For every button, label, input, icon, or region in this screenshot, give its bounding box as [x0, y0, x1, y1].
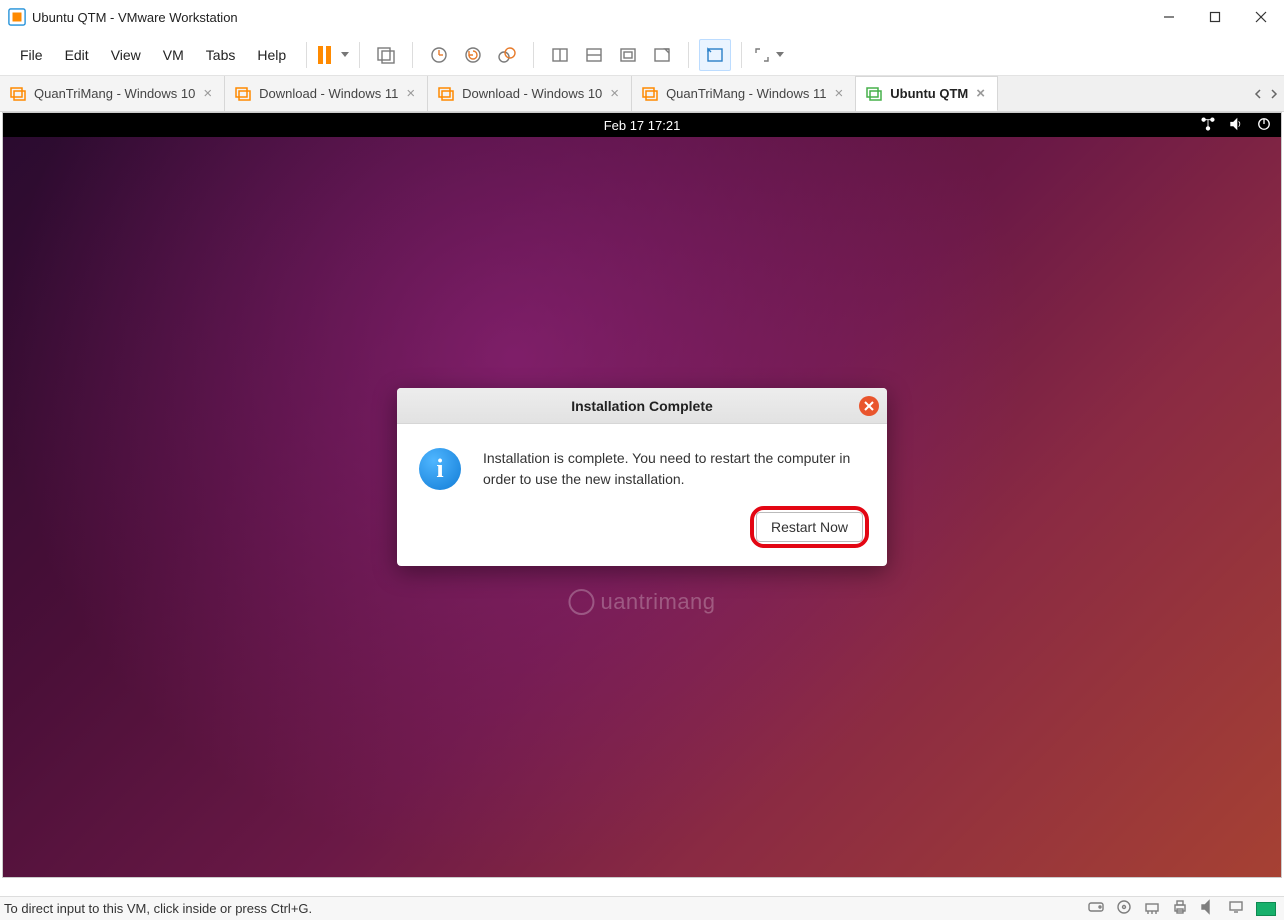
network-adapter-icon[interactable]: [1144, 899, 1160, 918]
guest-system-tray[interactable]: [1201, 117, 1271, 134]
fullscreen-button[interactable]: [699, 39, 731, 71]
guest-clock[interactable]: Feb 17 17:21: [604, 118, 681, 133]
installation-complete-dialog: Installation Complete i Installation is …: [397, 388, 887, 566]
vm-tab-icon: [235, 86, 251, 102]
tab-close-icon[interactable]: ×: [610, 85, 619, 102]
tab-close-icon[interactable]: ×: [406, 85, 415, 102]
menu-edit[interactable]: Edit: [55, 43, 99, 67]
view-unity-button[interactable]: [612, 39, 644, 71]
menubar: File Edit View VM Tabs Help: [0, 34, 1284, 76]
dialog-title: Installation Complete: [571, 398, 713, 414]
tab-scroll-buttons[interactable]: [1254, 76, 1284, 111]
display-icon[interactable]: [1228, 899, 1244, 918]
window-titlebar: Ubuntu QTM - VMware Workstation: [0, 0, 1284, 34]
tab-label: QuanTriMang - Windows 10: [34, 86, 195, 101]
network-icon[interactable]: [1201, 117, 1215, 134]
menu-help[interactable]: Help: [247, 43, 296, 67]
tab-label: QuanTriMang - Windows 11: [666, 86, 826, 101]
window-title: Ubuntu QTM - VMware Workstation: [32, 10, 238, 25]
vm-suspend-button[interactable]: [317, 39, 349, 71]
tab-label: Download - Windows 11: [259, 86, 398, 101]
vmware-app-icon: [8, 8, 26, 26]
view-single-button[interactable]: [544, 39, 576, 71]
cd-icon[interactable]: [1116, 899, 1132, 918]
tab-download-win10[interactable]: Download - Windows 10 ×: [428, 76, 632, 111]
annotation-highlight: Restart Now: [750, 506, 869, 548]
menu-file[interactable]: File: [10, 43, 53, 67]
tab-close-icon[interactable]: ×: [834, 85, 843, 102]
maximize-button[interactable]: [1192, 0, 1238, 34]
watermark: uantrimang: [568, 589, 715, 615]
status-hint: To direct input to this VM, click inside…: [4, 901, 312, 916]
status-device-tray: [1088, 899, 1284, 918]
dialog-titlebar[interactable]: Installation Complete: [397, 388, 887, 424]
window-controls: [1146, 0, 1284, 34]
volume-icon[interactable]: [1229, 117, 1243, 134]
sound-icon[interactable]: [1200, 899, 1216, 918]
vm-console[interactable]: Feb 17 17:21 uantrimang Installation Com…: [2, 112, 1282, 878]
vm-tab-icon: [866, 86, 882, 102]
statusbar: To direct input to this VM, click inside…: [0, 896, 1284, 920]
harddisk-icon[interactable]: [1088, 899, 1104, 918]
vm-tab-icon: [10, 86, 26, 102]
tab-download-win11[interactable]: Download - Windows 11 ×: [225, 76, 428, 111]
info-icon: i: [419, 448, 461, 490]
menu-tabs[interactable]: Tabs: [196, 43, 246, 67]
menu-vm[interactable]: VM: [153, 43, 194, 67]
printer-icon[interactable]: [1172, 899, 1188, 918]
tab-label: Download - Windows 10: [462, 86, 602, 101]
vm-tabstrip: QuanTriMang - Windows 10 × Download - Wi…: [0, 76, 1284, 112]
close-button[interactable]: [1238, 0, 1284, 34]
view-multiple-button[interactable]: [578, 39, 610, 71]
restart-now-button[interactable]: Restart Now: [756, 512, 863, 542]
dialog-message: Installation is complete. You need to re…: [483, 448, 859, 490]
tab-close-icon[interactable]: ×: [203, 85, 212, 102]
send-ctrl-alt-del-button[interactable]: [370, 39, 402, 71]
tab-close-icon[interactable]: ×: [976, 85, 985, 102]
menu-view[interactable]: View: [101, 43, 151, 67]
snapshot-manager-button[interactable]: [491, 39, 523, 71]
tab-ubuntu-qtm[interactable]: Ubuntu QTM ×: [856, 76, 998, 111]
vm-input-indicator[interactable]: [1256, 902, 1276, 916]
guest-topbar: Feb 17 17:21: [3, 113, 1281, 137]
snapshot-revert-button[interactable]: [457, 39, 489, 71]
snapshot-take-button[interactable]: [423, 39, 455, 71]
power-icon[interactable]: [1257, 117, 1271, 134]
guest-desktop[interactable]: uantrimang Installation Complete i Insta…: [3, 137, 1281, 877]
vm-tab-icon: [642, 86, 658, 102]
tab-label: Ubuntu QTM: [890, 86, 968, 101]
tab-quantrimang-win10[interactable]: QuanTriMang - Windows 10 ×: [0, 76, 225, 111]
minimize-button[interactable]: [1146, 0, 1192, 34]
vm-tab-icon: [438, 86, 454, 102]
view-console-button[interactable]: [646, 39, 678, 71]
dialog-close-button[interactable]: [859, 396, 879, 416]
tab-quantrimang-win11[interactable]: QuanTriMang - Windows 11 ×: [632, 76, 856, 111]
stretch-guest-button[interactable]: [752, 39, 784, 71]
